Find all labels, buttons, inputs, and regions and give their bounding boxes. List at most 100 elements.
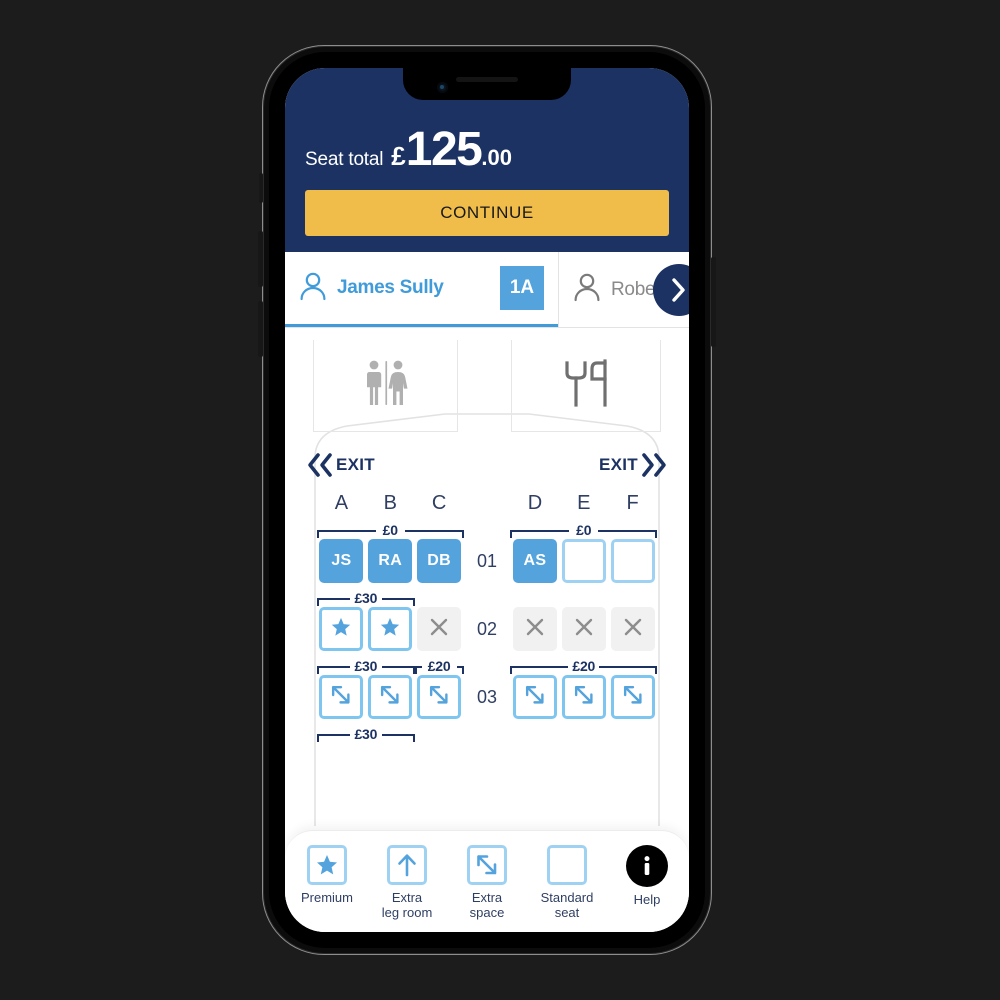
seat-cell [317,607,366,651]
earpiece-speaker [456,77,518,82]
seat-02D [512,607,557,651]
bracket-price: £30 [350,590,382,606]
bracket-line-left [317,734,350,736]
seat-03A[interactable] [319,675,364,719]
seat-03F[interactable] [610,675,655,719]
bracket-price: £30 [350,726,382,742]
passenger-tabs: James Sully 1A Robert [285,252,689,328]
seat-total: Seat total £ 125 .00 [305,126,669,174]
bracket-line-right [381,666,415,668]
bracket-tick-right [655,666,657,674]
bracket-price: £20 [423,658,455,674]
seat-03E[interactable] [561,675,606,719]
seat-cell [511,675,560,719]
seat-01E[interactable] [561,539,606,583]
bracket-line-left [510,530,570,532]
seat-02B[interactable] [368,607,413,651]
legend-label-line: space [469,904,505,920]
legend-label: Extra space [469,890,505,921]
person-icon [573,272,601,307]
price-bracket: £0 [510,522,657,538]
bracket-tick-right [412,598,415,606]
seat-03B[interactable] [368,675,413,719]
column-header: A [334,492,349,514]
silence-switch[interactable] [259,173,263,203]
exit-left: EXIT [305,452,375,478]
seat-cell: AS [511,539,560,583]
seat-cell [608,539,657,583]
bracket-tick-right [461,666,464,674]
extra-space-diagonal-icon [427,683,451,712]
column-header: F [626,492,639,514]
power-button[interactable] [711,257,716,347]
bracket-tick-right [655,530,657,538]
continue-button[interactable]: CONTINUE [305,190,669,236]
total-amount: 125 [405,123,483,176]
legend-label-line: Extra [391,890,423,905]
seat-03C[interactable] [417,675,462,719]
currency-symbol: £ [391,141,406,171]
bracket-line-left [510,666,570,668]
row-number: 03 [477,686,498,707]
seat-01B[interactable]: RA [368,539,413,583]
seat-01A[interactable]: JS [319,539,364,583]
seat-cell [366,607,415,651]
seat-01F[interactable] [610,539,655,583]
passenger-tab-active[interactable]: James Sully 1A [285,252,558,327]
bracket-tick-right [461,530,464,538]
seat-01D[interactable]: AS [512,539,557,583]
service-areas [313,340,661,432]
seat-03D[interactable] [512,675,557,719]
chevron-double-left-icon [308,453,332,477]
legend-label: Extra leg room [382,890,433,921]
cabin-interior: EXIT EXIT A B C D E F £0 £0 JS RA DB 01 … [285,328,689,742]
seat-02A[interactable] [319,607,364,651]
legend-item-premium[interactable]: Premium [296,845,358,906]
person-icon [299,271,327,306]
column-headers: A B C D E F [285,492,689,515]
price-bracket: £20 [414,658,464,674]
price-bracket: £30 [317,726,415,742]
extra-space-diagonal-icon [378,683,402,712]
seat-unavailable-x-icon [572,615,596,644]
price-bracket: £20 [510,658,657,674]
seat-unavailable-x-icon [523,615,547,644]
seat-cell [608,675,657,719]
price-bracket-row: £30 £20 £20 [285,651,689,674]
total-decimals: .00 [481,145,512,170]
seat-02F [610,607,655,651]
legend-label-line: seat [554,904,580,920]
bracket-price: £0 [378,522,402,538]
legend-item-standard-seat[interactable]: Standard seat [536,845,598,921]
column-header: D [527,492,543,514]
bracket-line-left [317,598,350,600]
seat-cell: RA [366,539,415,583]
seat-map[interactable]: EXIT EXIT A B C D E F £0 £0 JS RA DB 01 … [285,328,689,826]
passenger-seat-badge[interactable]: 1A [500,266,544,310]
seat-total-label: Seat total [305,149,384,170]
column-header: B [383,492,397,514]
premium-star-icon [307,845,347,885]
volume-down-button[interactable] [258,301,263,357]
legend-item-help[interactable]: Help [616,845,678,908]
exit-label-left: EXIT [336,455,375,474]
column-header: E [577,492,591,514]
extra-space-diagonal-icon [523,683,547,712]
galley-area [511,340,661,432]
seat-cell: DB [415,539,464,583]
seat-01C[interactable]: DB [417,539,462,583]
row-number: 02 [477,618,498,639]
bracket-line-right [404,530,464,532]
price-bracket-row: £0 £0 [285,515,689,538]
galley-icon [560,357,612,414]
seat-cell [511,607,560,651]
legend-bar: Premium Extra leg room Extra space Stand… [285,830,689,932]
seat-row: 02 [285,607,689,651]
volume-up-button[interactable] [258,231,263,287]
legend-item-extra-leg-room[interactable]: Extra leg room [376,845,438,921]
seat-row: 03 [285,675,689,719]
bracket-line-right [598,666,657,668]
seat-row: JS RA DB 01 AS [285,539,689,583]
legend-item-extra-space[interactable]: Extra space [456,845,518,921]
seat-cell [366,675,415,719]
